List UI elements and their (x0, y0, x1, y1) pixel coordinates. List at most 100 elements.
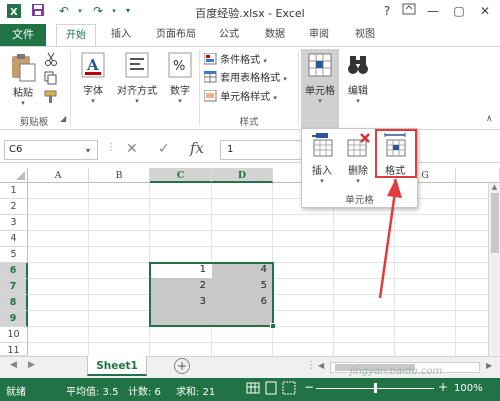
close-button[interactable]: ✕ (476, 2, 494, 20)
row-header-11[interactable]: 11 (0, 343, 28, 356)
cell-d7[interactable]: 5 (212, 278, 273, 294)
paste-icon (12, 54, 36, 82)
prev-sheet-icon[interactable]: ◀ (10, 360, 17, 370)
vertical-scrollbar[interactable]: ▲ (488, 183, 500, 356)
font-icon: A (81, 52, 105, 78)
tab-file[interactable]: 文件 (0, 24, 46, 46)
row-header-10[interactable]: 10 (0, 327, 28, 343)
row-header-1[interactable]: 1 (0, 183, 28, 199)
format-painter-icon[interactable] (44, 90, 58, 104)
insert-cells-icon (312, 133, 333, 157)
enter-icon[interactable]: ✓ (158, 141, 170, 157)
paste-dropdown-icon[interactable]: ▾ (6, 99, 40, 107)
cell-c7[interactable]: 2 (150, 278, 212, 294)
cell-d6[interactable]: 4 (212, 262, 273, 278)
grid-line (455, 183, 456, 356)
cell-c6[interactable]: 1 (150, 262, 212, 278)
minimize-button[interactable]: — (424, 2, 442, 20)
conditional-format-dropdown-icon: ▾ (263, 57, 267, 65)
tab-page-layout[interactable]: 页面布局 (148, 26, 204, 44)
zoom-in-button[interactable]: + (438, 380, 448, 394)
insert-function-icon[interactable]: fx (190, 139, 204, 157)
alignment-dropdown-icon: ▾ (135, 97, 139, 105)
font-dropdown-icon: ▾ (91, 97, 95, 105)
table-format-button[interactable]: 套用表格格式 ▾ (203, 70, 287, 87)
scroll-right-icon[interactable]: ▶ (486, 361, 492, 370)
svg-text:A: A (86, 56, 99, 74)
select-all-corner[interactable] (0, 168, 28, 183)
add-sheet-button[interactable]: + (174, 358, 190, 374)
zoom-level[interactable]: 100% (454, 383, 483, 394)
cancel-icon[interactable]: ✕ (126, 141, 138, 157)
clipboard-launcher-icon[interactable]: ◢ (60, 114, 66, 123)
cut-icon[interactable] (44, 52, 58, 66)
tab-view[interactable]: 视图 (348, 26, 382, 44)
formula-bar-grip-icon: ⋮ (106, 142, 116, 153)
scroll-left-icon[interactable]: ◀ (318, 361, 324, 370)
grid-line (28, 246, 500, 247)
cell-style-label: 单元格样式 (220, 92, 271, 103)
page-break-view-icon[interactable] (282, 381, 296, 395)
formula-input[interactable]: 1 (220, 140, 310, 160)
tab-splitter-icon[interactable]: ⋮ (306, 360, 316, 371)
cell-d8[interactable]: 6 (212, 294, 273, 310)
row-header-6[interactable]: 6 (0, 263, 28, 279)
row-header-7[interactable]: 7 (0, 279, 28, 295)
row-header-8[interactable]: 8 (0, 295, 28, 311)
number-button[interactable]: % 数字 ▾ (164, 52, 196, 105)
cells-button[interactable]: 单元格 ▾ (301, 49, 339, 128)
normal-view-icon[interactable] (246, 381, 260, 395)
copy-icon[interactable] (44, 71, 58, 85)
tab-data[interactable]: 数据 (258, 26, 292, 44)
help-button[interactable]: ? (378, 2, 396, 20)
scroll-up-icon[interactable]: ▲ (489, 183, 500, 191)
delete-cells-icon (347, 133, 370, 157)
svg-text:%: % (173, 59, 185, 74)
restore-button[interactable]: ▢ (450, 2, 468, 20)
table-format-icon (203, 70, 217, 83)
column-header-h[interactable] (456, 168, 500, 183)
row-header-3[interactable]: 3 (0, 215, 28, 231)
row-header-9[interactable]: 9 (0, 311, 28, 327)
grid-line (28, 214, 500, 215)
cells-dropdown-icon: ▾ (318, 97, 322, 105)
editing-button[interactable]: 编辑 ▾ (342, 52, 374, 105)
tab-home[interactable]: 开始 (56, 24, 96, 47)
status-count: 计数: 6 (128, 387, 161, 398)
vertical-scroll-thumb[interactable] (490, 193, 499, 253)
row-header-5[interactable]: 5 (0, 247, 28, 263)
font-button[interactable]: A 字体 ▾ (76, 52, 110, 105)
tab-insert[interactable]: 插入 (104, 26, 138, 44)
conditional-format-label: 条件格式 (220, 55, 261, 66)
annotation-arrow-icon (378, 178, 402, 299)
fill-handle[interactable] (270, 323, 276, 329)
name-box-dropdown-icon[interactable]: ▾ (86, 146, 90, 155)
zoom-out-button[interactable]: − (304, 380, 314, 394)
zoom-slider-thumb[interactable] (374, 383, 377, 393)
conditional-format-button[interactable]: 条件格式 ▾ (203, 52, 267, 69)
column-header-d[interactable]: D (212, 168, 273, 183)
column-header-b[interactable]: B (89, 168, 150, 183)
cells-label: 单元格 (305, 86, 335, 97)
sheet-tab-sheet1[interactable]: Sheet1 (87, 356, 147, 376)
insert-cells-button[interactable]: 插入 ▾ (306, 132, 338, 185)
number-label: 数字 (170, 86, 190, 97)
tab-formulas[interactable]: 公式 (212, 26, 246, 44)
page-layout-view-icon[interactable] (264, 381, 278, 395)
alignment-button[interactable]: 对齐方式 ▾ (114, 52, 160, 105)
row-header-2[interactable]: 2 (0, 199, 28, 215)
tab-review[interactable]: 审阅 (302, 26, 336, 44)
row-header-4[interactable]: 4 (0, 231, 28, 247)
column-header-a[interactable]: A (28, 168, 89, 183)
percent-icon: % (168, 52, 192, 78)
grid-line (88, 183, 89, 356)
cell-c8[interactable]: 3 (150, 294, 212, 310)
column-header-c[interactable]: C (150, 168, 212, 183)
next-sheet-icon[interactable]: ▶ (28, 360, 35, 370)
cell-style-button[interactable]: 单元格样式 ▾ (203, 89, 277, 106)
paste-button[interactable]: 粘贴 ▾ (6, 52, 40, 107)
name-box[interactable]: C6 (4, 140, 98, 160)
collapse-ribbon-icon[interactable]: ∧ (486, 114, 493, 124)
alignment-label: 对齐方式 (117, 86, 157, 97)
ribbon-display-options-icon[interactable] (400, 2, 418, 20)
